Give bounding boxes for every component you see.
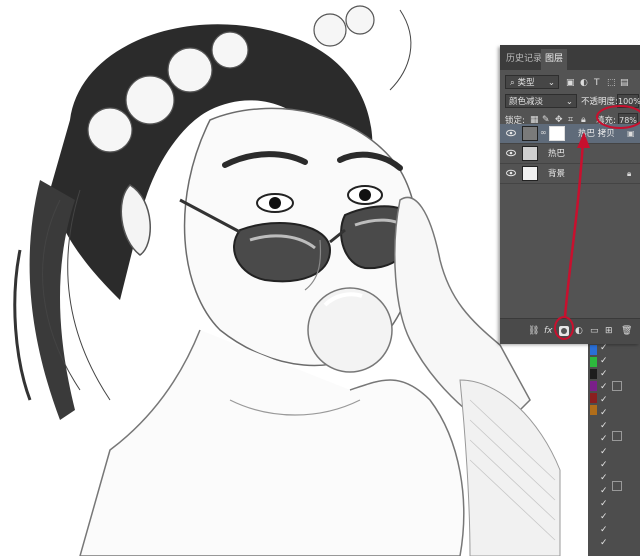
layer-name[interactable]: 背景	[548, 167, 565, 179]
layer-thumbnail[interactable]	[522, 146, 538, 161]
fx-icon[interactable]: fx	[544, 325, 553, 337]
blend-row: 颜色减淡 ⌄ 不透明度: 100%	[500, 93, 640, 109]
visibility-check-icon[interactable]: ✓	[600, 447, 608, 457]
color-swatch-purple	[590, 381, 597, 391]
chevron-down-icon: ⌄	[565, 97, 573, 107]
visibility-check-icon[interactable]: ✓	[600, 395, 608, 405]
lock-icon: 🔒︎	[627, 169, 632, 178]
visibility-check-icon[interactable]: ✓	[600, 460, 608, 470]
group-icon[interactable]: ▭	[590, 325, 599, 337]
trash-icon[interactable]: 🗑︎	[621, 325, 632, 337]
filter-row: ⌕ 类型 ⌄ ▣ ◐ T ⬚ ▤	[500, 73, 640, 91]
layer-name[interactable]: 热巴 拷贝	[578, 127, 615, 139]
visibility-check-icon[interactable]: ✓	[600, 499, 608, 509]
smart-object-filter-icon[interactable]: ▤	[620, 77, 629, 89]
adjustment-icon[interactable]: ◐	[575, 325, 583, 337]
blend-mode-select[interactable]: 颜色减淡 ⌄	[505, 94, 577, 108]
layer-thumbnail[interactable]	[522, 166, 538, 181]
color-swatch-black	[590, 369, 597, 379]
layer-row[interactable]: 背景 🔒︎	[500, 164, 640, 184]
eye-icon[interactable]	[506, 168, 516, 178]
layer-row[interactable]: ∞ 热巴 拷贝 ▣	[500, 124, 640, 144]
layer-row[interactable]: 热巴	[500, 144, 640, 164]
visibility-check-icon[interactable]: ✓	[600, 382, 608, 392]
adjustment-filter-icon[interactable]: ◐	[580, 77, 588, 89]
layers-panel: 历史记录 图层 ⌕ 类型 ⌄ ▣ ◐ T ⬚ ▤ 颜色减淡 ⌄ 不透明度: 100%…	[500, 45, 640, 344]
opacity-input[interactable]: 100%	[617, 94, 640, 108]
chevron-down-icon: ⌄	[547, 78, 555, 88]
tab-history[interactable]: 历史记录	[502, 49, 546, 70]
new-layer-icon[interactable]: ⊞	[605, 325, 613, 337]
sunglasses-left-lens	[233, 222, 332, 283]
type-filter-icon[interactable]: T	[594, 77, 600, 89]
layer-name[interactable]: 热巴	[548, 147, 565, 159]
color-swatch-green	[590, 357, 597, 367]
bubble-gum	[307, 287, 393, 373]
shape-filter-icon[interactable]: ⬚	[607, 77, 616, 89]
visibility-check-icon[interactable]: ✓	[600, 356, 608, 366]
visibility-check-icon[interactable]: ✓	[600, 538, 608, 548]
opacity-label: 不透明度:	[581, 97, 618, 107]
visibility-check-icon[interactable]: ✓	[600, 343, 608, 353]
tab-layers[interactable]: 图层	[541, 49, 568, 70]
visibility-check-icon[interactable]: ✓	[600, 434, 608, 444]
visibility-check-icon[interactable]: ✓	[600, 473, 608, 483]
pixel-filter-icon[interactable]: ▣	[566, 77, 575, 89]
visibility-check-icon[interactable]: ✓	[600, 369, 608, 379]
layer-mask-thumbnail[interactable]	[549, 126, 565, 141]
smart-object-badge-icon: ▣	[627, 129, 635, 138]
color-swatch-orange	[590, 405, 597, 415]
layer-box-icon	[612, 381, 622, 391]
layer-box-icon	[612, 431, 622, 441]
visibility-check-icon[interactable]: ✓	[600, 486, 608, 496]
layer-visibility-strip: ✓ ✓ ✓ ✓ ✓ ✓ ✓ ✓ ✓ ✓ ✓ ✓ ✓ ✓ ✓ ✓	[588, 343, 640, 556]
mask-icon[interactable]	[559, 326, 569, 336]
link-icon[interactable]: ⛓	[528, 325, 539, 337]
link-icon[interactable]: ∞	[540, 128, 547, 137]
color-swatch-blue	[590, 345, 597, 355]
eye-icon[interactable]	[506, 148, 516, 158]
layers-bottom-bar: ⛓ fx ◐ ▭ ⊞ 🗑︎	[500, 318, 640, 344]
kind-filter-select[interactable]: ⌕ 类型 ⌄	[505, 75, 559, 89]
kind-filter-label: 类型	[517, 78, 535, 88]
visibility-check-icon[interactable]: ✓	[600, 525, 608, 535]
panel-tabbar: 历史记录 图层	[500, 45, 640, 70]
layer-box-icon	[612, 481, 622, 491]
layer-thumbnail[interactable]	[522, 126, 538, 141]
eye-icon[interactable]	[506, 128, 516, 138]
blend-mode-value: 颜色减淡	[509, 97, 544, 107]
color-swatch-red	[590, 393, 597, 403]
visibility-check-icon[interactable]: ✓	[600, 512, 608, 522]
visibility-check-icon[interactable]: ✓	[600, 421, 608, 431]
visibility-check-icon[interactable]: ✓	[600, 408, 608, 418]
